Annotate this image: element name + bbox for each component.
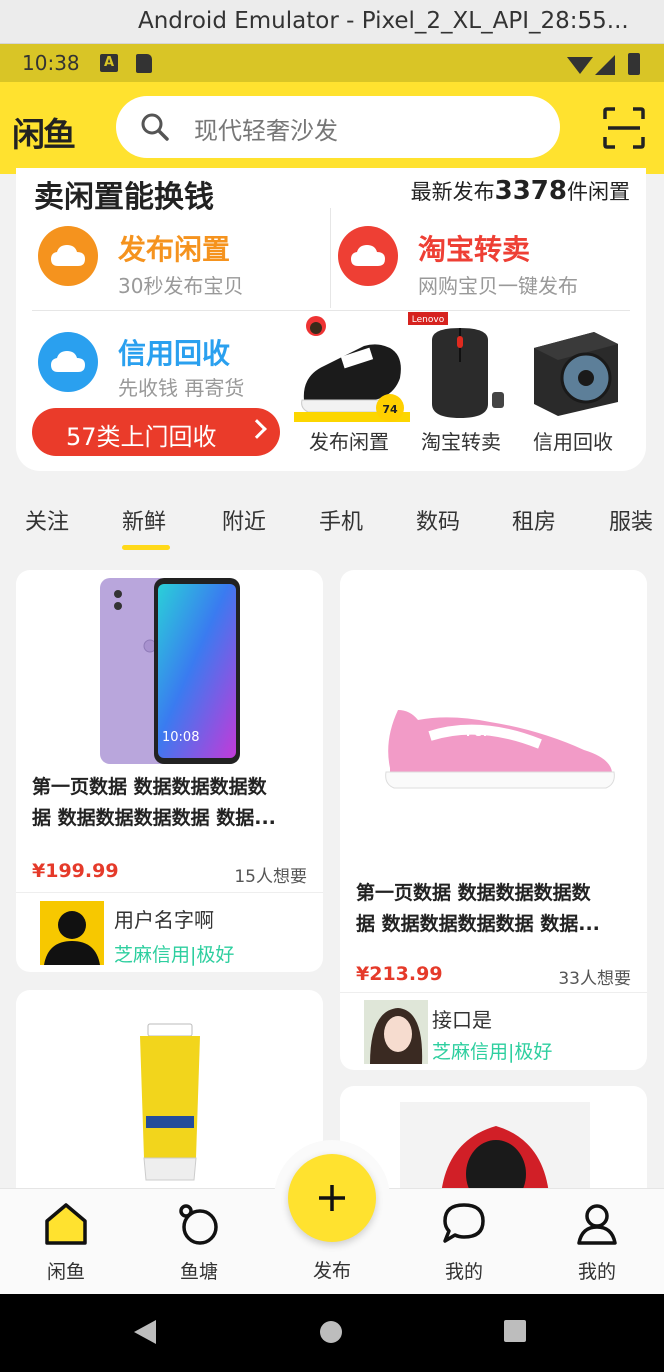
item-description-line: 据 数据数据数据数据 数据... [32, 807, 276, 829]
nav-label: 闲鱼 [46, 1261, 85, 1283]
sell-title: 卖闲置能换钱 [34, 180, 214, 215]
publish-button[interactable] [288, 1154, 376, 1242]
home-icon [45, 1203, 87, 1245]
chat-icon [443, 1203, 485, 1243]
search-placeholder[interactable]: 现代轻奢沙发 [194, 111, 338, 146]
window-title-bar: Android Emulator - Pixel_2_XL_API_28:55.… [0, 0, 664, 44]
tab-clothing[interactable]: 服装 [609, 504, 653, 536]
product-label[interactable]: 淘宝转卖 [421, 426, 501, 455]
divider [340, 992, 647, 993]
wifi-icon [567, 57, 593, 74]
shoe-price-tag: 74 [382, 403, 398, 416]
user-name[interactable]: 用户名字啊 [114, 904, 214, 933]
puma-logo: PUMA [466, 726, 503, 739]
feed-card[interactable]: 10:08 第一页数据 数据数据数据数 据 数据数据数据数据 数据... ¥19… [16, 570, 323, 972]
tab-follow[interactable]: 关注 [25, 504, 69, 536]
service-name: 淘宝转卖 [418, 233, 531, 266]
notification-a-icon: A [100, 54, 118, 72]
status-bar: 10:38 A [0, 44, 664, 82]
feed-card[interactable]: PUMA 第一页数据 数据数据数据数 据 数据数据数据数据 数据... ¥213… [340, 570, 647, 1070]
cloud-icon [38, 332, 98, 392]
tab-phone[interactable]: 手机 [319, 504, 363, 536]
want-count: 33人想要 [558, 969, 631, 989]
service-name: 信用回收 [118, 337, 231, 370]
home-circle-icon[interactable] [320, 1321, 342, 1343]
plus-icon [319, 1185, 345, 1211]
avatar[interactable] [40, 901, 104, 965]
home-recycle-button[interactable]: 57类上门回收 [32, 408, 280, 456]
window-title: Android Emulator - Pixel_2_XL_API_28:55.… [138, 8, 629, 34]
divider [330, 208, 331, 308]
sell-count-prefix: 最新发布 [410, 180, 495, 204]
sd-card-icon [136, 54, 152, 73]
product-label[interactable]: 发布闲置 [309, 426, 389, 455]
avatar[interactable] [364, 1000, 428, 1064]
nav-item-messages[interactable]: 我的 [416, 1189, 512, 1295]
cloud-icon [338, 226, 398, 286]
sneaker-product-image: PUMA [385, 710, 615, 789]
scan-icon[interactable] [602, 106, 646, 150]
system-nav-bar [0, 1294, 664, 1372]
phone-screen-time: 10:08 [162, 730, 199, 745]
item-description: 第一页数据 数据数据数据数 据 数据数据数据数据 数据... [356, 878, 600, 940]
cloud-icon [38, 226, 98, 286]
recycle-button-label: 57类上门回收 [66, 423, 217, 451]
item-description-line: 第一页数据 数据数据数据数 [32, 776, 267, 798]
mouse-product-image[interactable]: Lenovo [408, 312, 518, 422]
service-subtitle: 网购宝贝一键发布 [418, 274, 578, 298]
psu-product-image[interactable] [528, 318, 624, 418]
sell-count-number: 3378 [494, 176, 567, 206]
nav-label: 我的 [444, 1261, 483, 1283]
service-subtitle: 先收钱 再寄货 [118, 376, 245, 400]
nav-item-pond[interactable]: 鱼塘 [151, 1189, 247, 1295]
want-count: 15人想要 [234, 867, 307, 887]
recents-icon[interactable] [504, 1320, 526, 1342]
divider [32, 310, 630, 311]
product-label[interactable]: 信用回收 [533, 426, 613, 455]
chevron-right-icon [247, 419, 267, 439]
cream-tube-product-image [140, 1023, 200, 1181]
item-price: ¥213.99 [356, 963, 443, 985]
divider [16, 892, 323, 893]
item-price: ¥199.99 [32, 860, 119, 882]
signal-icon [595, 55, 615, 75]
status-time: 10:38 [22, 51, 80, 75]
service-subtitle: 30秒发布宝贝 [118, 274, 244, 298]
active-tab-indicator [122, 545, 170, 550]
service-name: 发布闲置 [118, 233, 231, 266]
app-logo: 闲鱼 [12, 115, 76, 154]
tab-fresh[interactable]: 新鲜 [122, 504, 166, 536]
user-icon [577, 1204, 617, 1245]
nav-item-profile[interactable]: 我的 [549, 1189, 645, 1295]
sneaker-product-image[interactable]: 74 [294, 316, 410, 426]
item-description-line: 第一页数据 数据数据数据数 [356, 882, 591, 904]
battery-icon [628, 53, 640, 75]
sell-count-suffix: 件闲置 [567, 180, 630, 204]
item-description: 第一页数据 数据数据数据数 据 数据数据数据数据 数据... [32, 772, 276, 834]
sell-section: 卖闲置能换钱 最新发布3378件闲置 发布闲置 30秒发布宝贝 淘宝转卖 网购宝… [16, 168, 646, 471]
tab-rental[interactable]: 租房 [512, 504, 556, 536]
search-bar[interactable]: 现代轻奢沙发 [116, 96, 560, 158]
category-tabs: 关注 新鲜 附近 手机 数码 租房 服装 [0, 490, 664, 560]
nav-label: 鱼塘 [179, 1261, 218, 1283]
sell-count: 最新发布3378件闲置 [411, 176, 630, 206]
nav-item-home[interactable]: 闲鱼 [18, 1189, 114, 1295]
tab-digital[interactable]: 数码 [416, 504, 460, 536]
back-icon[interactable] [134, 1320, 156, 1344]
search-icon [141, 113, 169, 141]
tab-nearby[interactable]: 附近 [222, 504, 266, 536]
nav-label: 发布 [312, 1260, 351, 1282]
lenovo-logo: Lenovo [412, 315, 445, 325]
item-description-line: 据 数据数据数据数据 数据... [356, 913, 600, 935]
app-header: 闲鱼 现代轻奢沙发 [0, 82, 664, 174]
pond-icon [179, 1204, 218, 1245]
phone-product-image: 10:08 [100, 578, 240, 764]
credit-rating: 芝麻信用|极好 [114, 944, 235, 966]
credit-rating: 芝麻信用|极好 [432, 1041, 553, 1063]
nav-label: 我的 [577, 1261, 616, 1283]
user-name[interactable]: 接口是 [432, 1004, 492, 1033]
